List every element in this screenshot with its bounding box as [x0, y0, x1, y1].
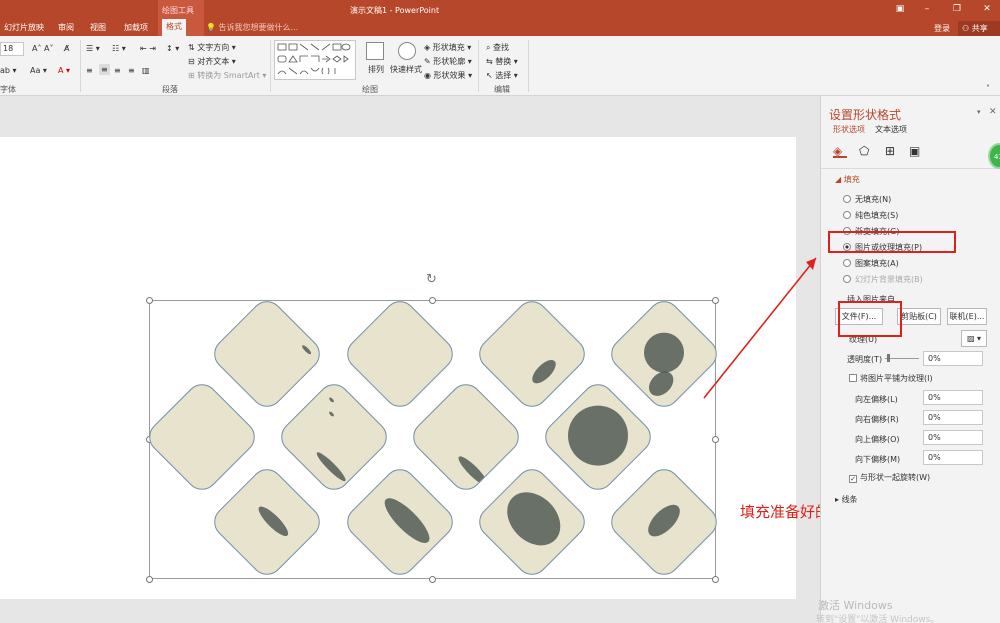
- annotation-arrow-line: [703, 257, 817, 399]
- tile-as-texture-label: 将图片平铺为纹理(I): [860, 374, 933, 383]
- radio-no-fill[interactable]: [843, 195, 851, 203]
- fill-line-icon[interactable]: ◈: [833, 144, 847, 158]
- offset-left-field[interactable]: 0%: [923, 390, 983, 405]
- radio-slide-bg-fill[interactable]: [843, 275, 851, 283]
- clipboard-button[interactable]: 剪贴板(C): [897, 308, 941, 325]
- offset-right-field[interactable]: 0%: [923, 410, 983, 425]
- fill-section-header[interactable]: ◢ 填充: [835, 174, 860, 185]
- picture-icon[interactable]: ▣: [909, 144, 923, 158]
- offset-top-label: 向上偏移(O): [855, 435, 900, 444]
- transparency-label: 透明度(T): [847, 355, 883, 364]
- offset-right-label: 向右偏移(R): [855, 415, 899, 424]
- option-no-fill[interactable]: 无填充(N): [843, 194, 891, 205]
- line-section-header[interactable]: ▸ 线条: [835, 494, 858, 505]
- activate-windows-watermark: 激活 Windows: [818, 599, 893, 612]
- option-pattern-fill[interactable]: 图案填充(A): [843, 258, 899, 269]
- rotate-with-shape-label: 与形状一起旋转(W): [860, 473, 931, 482]
- rotate-with-shape-checkbox[interactable]: ✓: [849, 475, 857, 483]
- pane-divider: [821, 168, 1000, 169]
- tile-as-texture-option[interactable]: 将图片平铺为纹理(I): [849, 373, 933, 384]
- format-shape-pane: 设置形状格式 ▾ ✕ 形状选项 文本选项 ◈ ⬠ ⊞ ▣ ◢ 填充 无填充(N)…: [820, 96, 1000, 623]
- no-fill-label: 无填充(N): [855, 195, 892, 204]
- solid-fill-label: 纯色填充(S): [855, 211, 899, 220]
- size-properties-icon[interactable]: ⊞: [885, 144, 899, 158]
- pattern-fill-label: 图案填充(A): [855, 259, 899, 268]
- radio-pattern-fill[interactable]: [843, 259, 851, 267]
- effects-icon[interactable]: ⬠: [859, 144, 873, 158]
- radio-solid-fill[interactable]: [843, 211, 851, 219]
- transparency-field[interactable]: 0%: [923, 351, 983, 366]
- highlight-file-button: [838, 301, 902, 337]
- tab-shape-options[interactable]: 形状选项: [833, 124, 865, 135]
- transparency-slider[interactable]: [885, 358, 919, 359]
- texture-picker[interactable]: ▨ ▾: [961, 330, 987, 347]
- tile-as-texture-checkbox[interactable]: [849, 374, 857, 382]
- pane-close-icon[interactable]: ✕: [989, 107, 997, 117]
- activate-windows-subtext: 转到"设置"以激活 Windows。: [816, 615, 940, 623]
- offset-bottom-field[interactable]: 0%: [923, 450, 983, 465]
- option-solid-fill[interactable]: 纯色填充(S): [843, 210, 898, 221]
- offset-left-label: 向左偏移(L): [855, 395, 898, 404]
- fill-section-label: 填充: [843, 175, 860, 184]
- tab-text-options[interactable]: 文本选项: [875, 124, 907, 135]
- transparency-slider-thumb[interactable]: [887, 354, 890, 362]
- highlight-picture-fill: [828, 231, 956, 253]
- line-section-label: 线条: [841, 495, 858, 504]
- online-button[interactable]: 联机(E)...: [947, 308, 987, 325]
- pane-options-icon[interactable]: ▾: [977, 108, 981, 116]
- rotate-with-shape-option[interactable]: ✓ 与形状一起旋转(W): [849, 472, 930, 483]
- offset-bottom-label: 向下偏移(M): [855, 455, 901, 464]
- offset-top-field[interactable]: 0%: [923, 430, 983, 445]
- option-slide-bg-fill[interactable]: 幻灯片背景填充(B): [843, 274, 923, 285]
- slide-bg-fill-label: 幻灯片背景填充(B): [855, 275, 923, 284]
- pane-title: 设置形状格式: [829, 108, 902, 122]
